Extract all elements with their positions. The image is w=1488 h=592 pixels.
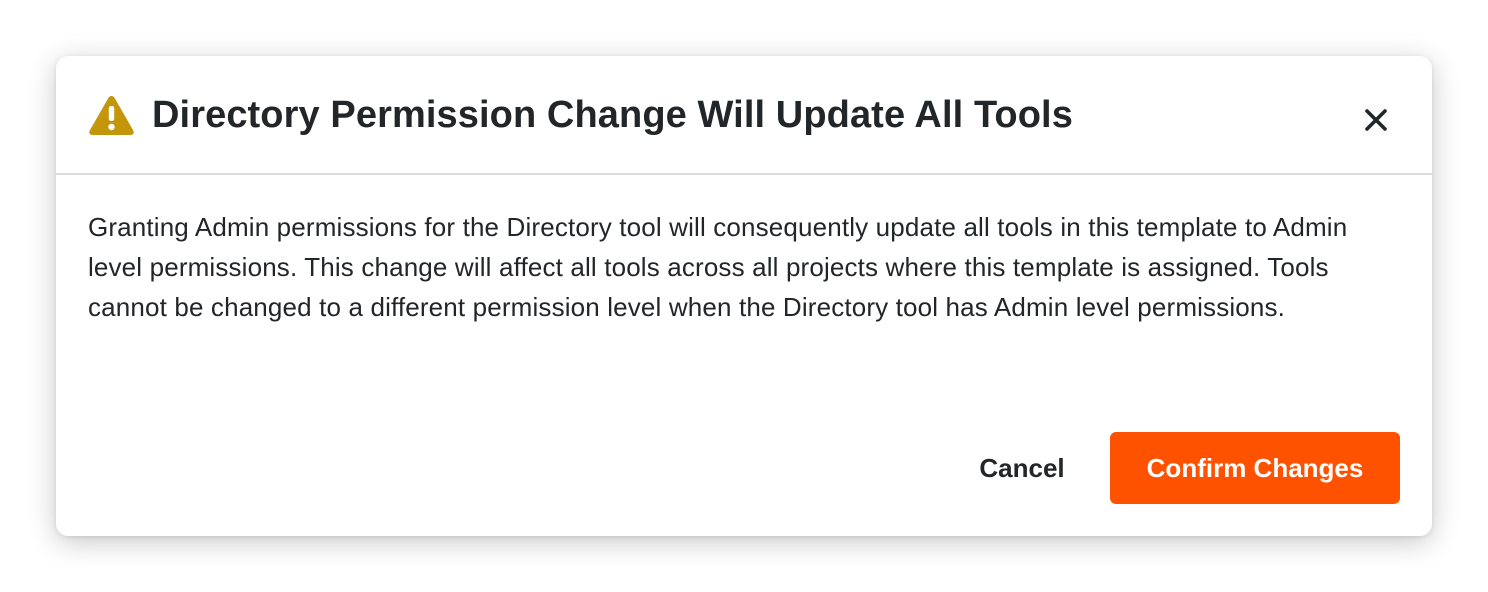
dialog-title: Directory Permission Change Will Update … [152, 94, 1073, 136]
dialog-header: Directory Permission Change Will Update … [56, 56, 1432, 175]
close-icon [1365, 109, 1387, 131]
confirm-changes-button[interactable]: Confirm Changes [1110, 432, 1400, 504]
cancel-button[interactable]: Cancel [952, 432, 1092, 504]
close-button[interactable] [1356, 96, 1396, 136]
permission-change-dialog: Directory Permission Change Will Update … [56, 56, 1432, 536]
dialog-message: Granting Admin permissions for the Direc… [88, 212, 1348, 322]
warning-icon [88, 94, 135, 136]
